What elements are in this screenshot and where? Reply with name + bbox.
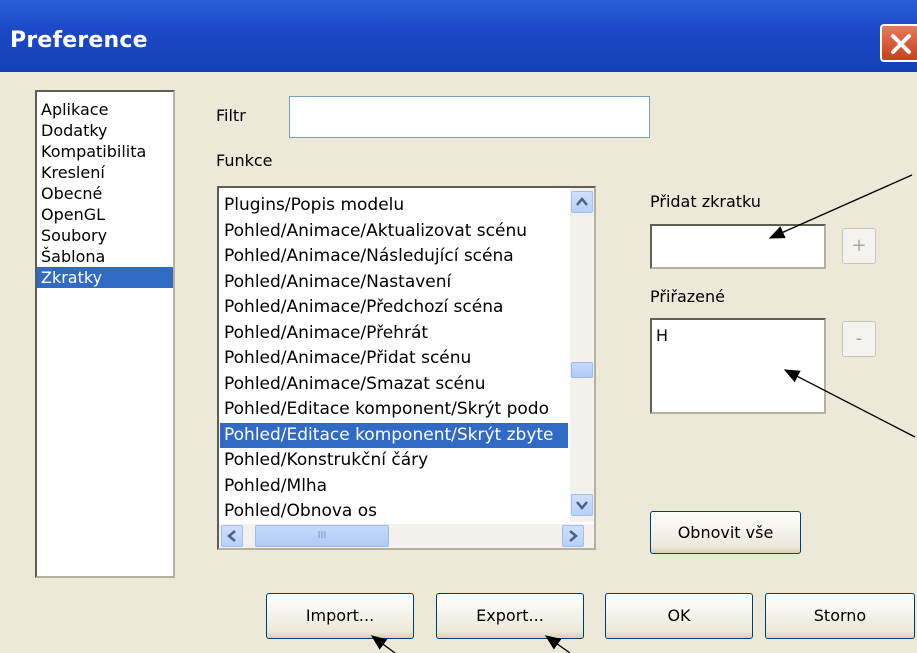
category-item[interactable]: Dodatky: [37, 120, 173, 141]
function-item[interactable]: Pohled/Obnova os: [220, 499, 568, 525]
category-item[interactable]: Aplikace: [37, 99, 173, 120]
vertical-scroll-thumb[interactable]: [571, 362, 593, 378]
import-button[interactable]: Import...: [266, 593, 414, 639]
window-title: Preference: [10, 28, 148, 53]
chevron-up-icon: [576, 197, 588, 206]
functions-label: Funkce: [216, 151, 273, 170]
scroll-left-button[interactable]: [221, 525, 243, 547]
assigned-items: H: [652, 326, 824, 346]
function-item[interactable]: Pohled/Animace/Smazat scénu: [220, 372, 568, 398]
remove-shortcut-button[interactable]: -: [842, 321, 876, 357]
functions-list[interactable]: Plugins/Popis modelu Pohled/Animace/Aktua…: [217, 186, 596, 550]
functions-items: Plugins/Popis modelu Pohled/Animace/Aktua…: [220, 193, 568, 525]
function-item[interactable]: Pohled/Animace/Nastavení: [220, 270, 568, 296]
filter-input[interactable]: [289, 96, 650, 138]
category-item[interactable]: Obecné: [37, 183, 173, 204]
category-item[interactable]: Zkratky: [37, 267, 173, 288]
function-item[interactable]: Plugins/Popis modelu: [220, 193, 568, 219]
assigned-item[interactable]: H: [652, 326, 824, 346]
category-items: Aplikace Dodatky Kompatibilita Kreslení Obec…: [37, 99, 173, 288]
function-item[interactable]: Pohled/Animace/Následující scéna: [220, 244, 568, 270]
category-item[interactable]: Šablona: [37, 246, 173, 267]
add-shortcut-input[interactable]: [650, 224, 826, 269]
category-item[interactable]: Kreslení: [37, 162, 173, 183]
add-shortcut-button[interactable]: +: [842, 228, 876, 264]
category-list[interactable]: Aplikace Dodatky Kompatibilita Kreslení Obec…: [35, 90, 175, 578]
export-button[interactable]: Export...: [436, 593, 584, 639]
function-item[interactable]: Pohled/Editace komponent/Skrýt zbyte: [220, 422, 568, 448]
category-item[interactable]: Soubory: [37, 225, 173, 246]
function-item[interactable]: Pohled/Konstrukční čáry: [220, 448, 568, 474]
assigned-label: Přiřazené: [650, 287, 725, 306]
function-item[interactable]: Pohled/Animace/Aktualizovat scénu: [220, 219, 568, 245]
chevron-left-icon: [227, 530, 236, 542]
horizontal-scroll-thumb[interactable]: III: [255, 525, 389, 547]
cancel-button[interactable]: Storno: [765, 593, 915, 639]
function-item[interactable]: Pohled/Editace komponent/Skrýt podo: [220, 397, 568, 423]
scroll-grip: III: [317, 530, 327, 541]
scroll-down-button[interactable]: [571, 494, 593, 516]
add-shortcut-label: Přidat zkratku: [650, 192, 761, 211]
vertical-scrollbar[interactable]: [570, 188, 594, 522]
function-item[interactable]: Pohled/Animace/Přehrát: [220, 321, 568, 347]
title-bar[interactable]: Preference: [0, 0, 917, 72]
scroll-right-button[interactable]: [562, 525, 584, 547]
close-icon: [891, 34, 911, 54]
chevron-down-icon: [576, 501, 588, 510]
close-button[interactable]: [880, 24, 917, 62]
reset-all-button[interactable]: Obnovit vše: [650, 511, 801, 554]
function-item[interactable]: Pohled/Animace/Předchozí scéna: [220, 295, 568, 321]
horizontal-scrollbar[interactable]: III: [219, 524, 594, 548]
category-item[interactable]: OpenGL: [37, 204, 173, 225]
filter-label: Filtr: [216, 106, 246, 125]
assigned-list[interactable]: H: [650, 318, 826, 414]
scroll-up-button[interactable]: [571, 191, 593, 213]
function-item[interactable]: Pohled/Animace/Přidat scénu: [220, 346, 568, 372]
function-item[interactable]: Pohled/Mlha: [220, 474, 568, 500]
ok-button[interactable]: OK: [605, 593, 753, 639]
chevron-right-icon: [569, 530, 578, 542]
category-item[interactable]: Kompatibilita: [37, 141, 173, 162]
